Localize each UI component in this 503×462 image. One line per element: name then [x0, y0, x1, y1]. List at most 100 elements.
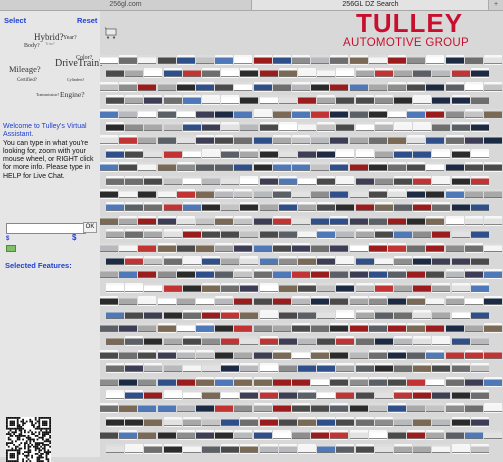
vehicle-thumbnail[interactable]: [234, 376, 253, 387]
vehicle-thumbnail[interactable]: [317, 309, 336, 320]
vehicle-thumbnail[interactable]: [484, 376, 502, 387]
vehicle-thumbnail[interactable]: [298, 148, 316, 159]
reset-link[interactable]: Reset: [77, 16, 97, 25]
vehicle-thumbnail[interactable]: [202, 363, 220, 374]
vehicle-thumbnail[interactable]: [253, 296, 272, 307]
vehicle-thumbnail[interactable]: [176, 430, 195, 441]
vehicle-thumbnail[interactable]: [464, 376, 483, 387]
vehicle-thumbnail[interactable]: [234, 81, 253, 92]
vehicle-thumbnail[interactable]: [138, 189, 157, 199]
vehicle-thumbnail[interactable]: [196, 349, 214, 360]
vehicle-thumbnail[interactable]: [394, 336, 412, 347]
vehicle-thumbnail[interactable]: [330, 376, 349, 387]
vehicle-thumbnail[interactable]: [125, 282, 144, 293]
vehicle-thumbnail[interactable]: [144, 202, 163, 213]
vehicle-thumbnail[interactable]: [445, 189, 464, 199]
vehicle-thumbnail[interactable]: [106, 309, 124, 320]
vehicle-thumbnail[interactable]: [240, 309, 259, 320]
vehicle-thumbnail[interactable]: [470, 390, 489, 400]
vehicle-thumbnail[interactable]: [451, 443, 470, 454]
vehicle-thumbnail[interactable]: [138, 349, 157, 360]
vehicle-thumbnail[interactable]: [125, 148, 144, 159]
vehicle-thumbnail[interactable]: [157, 430, 176, 441]
new-tab-button[interactable]: +: [488, 0, 503, 10]
vehicle-thumbnail[interactable]: [157, 81, 176, 92]
vehicle-thumbnail[interactable]: [292, 242, 310, 253]
vehicle-thumbnail[interactable]: [374, 443, 393, 454]
vehicle-thumbnail[interactable]: [470, 363, 489, 374]
vehicle-thumbnail[interactable]: [240, 95, 259, 106]
vehicle-thumbnail[interactable]: [106, 363, 124, 374]
vehicle-thumbnail[interactable]: [119, 430, 138, 441]
vehicle-thumbnail[interactable]: [100, 135, 118, 146]
vehicle-thumbnail[interactable]: [470, 175, 489, 186]
vehicle-thumbnail[interactable]: [394, 229, 412, 240]
vehicle-thumbnail[interactable]: [234, 162, 253, 173]
vehicle-thumbnail[interactable]: [253, 376, 272, 387]
vehicle-thumbnail[interactable]: [388, 349, 406, 360]
vehicle-thumbnail[interactable]: [240, 282, 259, 293]
vehicle-thumbnail[interactable]: [221, 229, 240, 240]
vehicle-thumbnail[interactable]: [259, 175, 278, 186]
vehicle-thumbnail[interactable]: [355, 309, 374, 320]
vehicle-thumbnail[interactable]: [292, 162, 310, 173]
vehicle-thumbnail[interactable]: [202, 148, 220, 159]
vehicle-thumbnail[interactable]: [368, 135, 387, 146]
vehicle-thumbnail[interactable]: [388, 189, 406, 199]
vehicle-thumbnail[interactable]: [464, 403, 483, 414]
vehicle-thumbnail[interactable]: [451, 122, 470, 132]
vehicle-thumbnail[interactable]: [394, 68, 412, 79]
vehicle-thumbnail[interactable]: [144, 443, 163, 454]
vehicle-thumbnail[interactable]: [298, 202, 316, 213]
vehicle-thumbnail-grid[interactable]: [100, 55, 503, 457]
vehicle-thumbnail[interactable]: [445, 215, 464, 226]
vehicle-thumbnail[interactable]: [253, 55, 272, 65]
vehicle-thumbnail[interactable]: [272, 376, 291, 387]
vehicle-thumbnail[interactable]: [144, 175, 163, 186]
vehicle-thumbnail[interactable]: [106, 282, 124, 293]
vehicle-thumbnail[interactable]: [368, 323, 387, 333]
vehicle-thumbnail[interactable]: [407, 242, 426, 253]
vehicle-thumbnail[interactable]: [349, 135, 368, 146]
vehicle-thumbnail[interactable]: [125, 443, 144, 454]
vehicle-thumbnail[interactable]: [355, 363, 374, 374]
tulley-logo[interactable]: TULLEY AUTOMOTIVE GROUP: [331, 10, 488, 53]
vehicle-thumbnail[interactable]: [407, 108, 426, 119]
vehicle-thumbnail[interactable]: [196, 55, 214, 65]
vehicle-thumbnail[interactable]: [144, 336, 163, 347]
vehicle-thumbnail[interactable]: [234, 108, 253, 119]
vehicle-thumbnail[interactable]: [445, 242, 464, 253]
vehicle-thumbnail[interactable]: [278, 443, 297, 454]
cloud-cylinders[interactable]: Cylinders?: [67, 77, 84, 82]
vehicle-thumbnail[interactable]: [100, 189, 118, 199]
vehicle-thumbnail[interactable]: [119, 269, 138, 280]
vehicle-thumbnail[interactable]: [426, 215, 445, 226]
vehicle-thumbnail[interactable]: [432, 68, 451, 79]
vehicle-thumbnail[interactable]: [374, 282, 393, 293]
vehicle-thumbnail[interactable]: [349, 296, 368, 307]
vehicle-thumbnail[interactable]: [157, 296, 176, 307]
vehicle-thumbnail[interactable]: [278, 95, 297, 106]
vehicle-thumbnail[interactable]: [292, 349, 310, 360]
vehicle-thumbnail[interactable]: [182, 148, 201, 159]
vehicle-thumbnail[interactable]: [100, 81, 118, 92]
vehicle-thumbnail[interactable]: [311, 108, 330, 119]
vehicle-thumbnail[interactable]: [221, 416, 240, 427]
vehicle-thumbnail[interactable]: [278, 256, 297, 266]
vehicle-thumbnail[interactable]: [106, 68, 124, 79]
vehicle-thumbnail[interactable]: [253, 162, 272, 173]
vehicle-thumbnail[interactable]: [413, 336, 432, 347]
vehicle-thumbnail[interactable]: [221, 148, 240, 159]
vehicle-thumbnail[interactable]: [349, 242, 368, 253]
vehicle-thumbnail[interactable]: [484, 349, 502, 360]
vehicle-thumbnail[interactable]: [298, 336, 316, 347]
vehicle-thumbnail[interactable]: [106, 336, 124, 347]
vehicle-thumbnail[interactable]: [413, 309, 432, 320]
vehicle-thumbnail[interactable]: [278, 229, 297, 240]
vehicle-thumbnail[interactable]: [484, 296, 502, 307]
vehicle-thumbnail[interactable]: [470, 95, 489, 106]
vehicle-thumbnail[interactable]: [388, 215, 406, 226]
vehicle-thumbnail[interactable]: [349, 403, 368, 414]
vehicle-thumbnail[interactable]: [445, 349, 464, 360]
price-slider-handle[interactable]: [6, 245, 16, 252]
